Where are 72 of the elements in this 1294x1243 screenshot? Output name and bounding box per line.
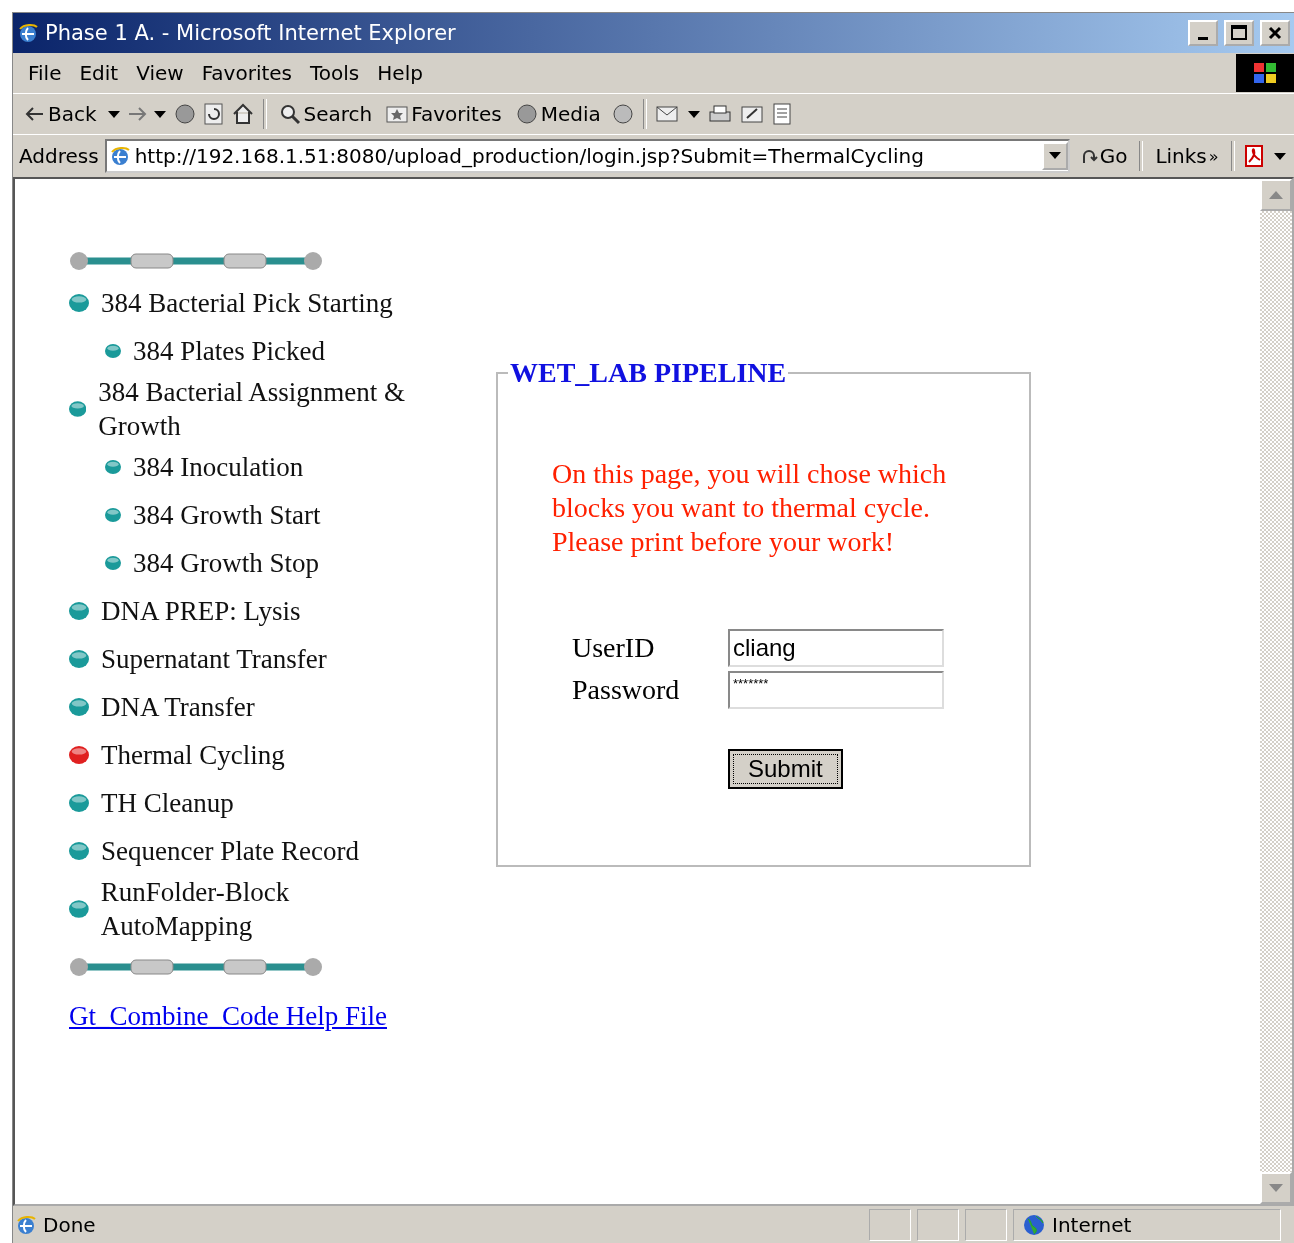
instruction-text: On this page, you will chose which blocks you want to thermal cycle. Please print before your work! (552, 457, 948, 559)
menu-item[interactable]: File (21, 59, 69, 87)
nav-link[interactable]: 384 Plates Picked (133, 334, 325, 368)
window-title: Phase 1 A. - Microsoft Internet Explorer (45, 21, 457, 45)
minimize-icon (1198, 36, 1208, 40)
address-label: Address (19, 144, 99, 168)
search-button[interactable]: Search (274, 100, 377, 128)
nav-link[interactable]: 384 Bacterial Pick Starting (101, 286, 393, 320)
dropdown-arrow-icon[interactable] (686, 109, 701, 119)
back-button[interactable]: Back (21, 100, 101, 128)
caret-icon (1048, 152, 1061, 160)
down-arrow-icon (1269, 1184, 1283, 1192)
favorites-button[interactable]: Favorites (382, 100, 506, 128)
menu-item[interactable]: Help (370, 59, 430, 87)
scroll-up-button[interactable] (1260, 179, 1292, 211)
zone-text: Internet (1052, 1213, 1132, 1237)
search-icon (278, 103, 301, 125)
nav-link[interactable]: DNA Transfer (101, 690, 255, 724)
field-label: Password (572, 674, 681, 706)
nav-link[interactable]: Sequencer Plate Record (101, 834, 359, 868)
star-folder-icon (386, 104, 409, 124)
nav-link[interactable]: Supernatant Transfer (101, 642, 327, 676)
dropdown-arrow-icon[interactable] (1272, 151, 1287, 161)
user-id-field[interactable]: cliang (728, 629, 944, 667)
page-icon (15, 1214, 37, 1236)
dropdown-button[interactable] (1041, 142, 1068, 170)
mail-icon[interactable] (654, 103, 681, 125)
nav-link[interactable]: 384 Inoculation (133, 450, 304, 484)
dropdown-arrow-icon[interactable] (152, 109, 167, 119)
nav-link[interactable]: TH Cleanup (101, 786, 234, 820)
windows-logo-icon (1236, 54, 1294, 92)
maximize-icon (1231, 25, 1247, 41)
minimize-button[interactable] (1188, 20, 1218, 46)
nav-link[interactable]: DNA PREP: Lysis (101, 594, 301, 628)
status-pane (917, 1209, 959, 1241)
close-button[interactable] (1260, 20, 1290, 46)
ie-logo-icon (17, 22, 39, 44)
globe-icon (1022, 1213, 1046, 1237)
document-icon[interactable] (770, 102, 793, 126)
maximize-button[interactable] (1224, 20, 1254, 46)
help-link[interactable]: Gt_Combine_Code Help File (69, 1001, 387, 1032)
status-text: Done (43, 1213, 97, 1237)
status-pane (965, 1209, 1007, 1241)
nav-link[interactable]: Thermal Cycling (101, 738, 285, 772)
edit-icon[interactable] (738, 103, 765, 125)
refresh-icon[interactable] (202, 102, 225, 126)
field-label: UserID (572, 632, 656, 664)
printer-icon[interactable] (706, 103, 733, 125)
scroll-down-button[interactable] (1260, 1172, 1292, 1204)
panel-legend: WET_LAB PIPELINE (508, 357, 789, 389)
media-button[interactable]: Media (511, 100, 605, 128)
password-field[interactable]: ******* (728, 671, 944, 709)
page-icon (108, 145, 131, 167)
nav-link[interactable]: RunFolder-Block AutoMapping (100, 875, 441, 943)
dropdown-arrow-icon[interactable] (106, 109, 121, 119)
menu-item[interactable]: Tools (303, 59, 367, 87)
address-field[interactable]: http://192.168.1.51:8080/upload_production/login.jsp?Submit=ThermalCycling (104, 139, 1070, 173)
forward-arrow-icon[interactable] (126, 106, 147, 122)
back-arrow-icon (25, 106, 45, 122)
up-arrow-icon (1269, 191, 1283, 199)
nav-link[interactable]: 384 Growth Stop (133, 546, 319, 580)
nav-link[interactable]: 384 Growth Start (133, 498, 321, 532)
disc-icon (515, 103, 538, 125)
menu-item[interactable]: Favorites (194, 59, 299, 87)
menu-item[interactable]: Edit (72, 59, 126, 87)
scrollbar[interactable] (1260, 179, 1292, 1204)
submit-button[interactable]: Submit (728, 749, 843, 789)
status-pane (869, 1209, 911, 1241)
go-button[interactable]: Go (1075, 144, 1132, 168)
menu-item[interactable]: View (129, 59, 191, 87)
close-icon (1268, 26, 1282, 40)
nav-link[interactable]: 384 Bacterial Assignment & Growth (98, 375, 441, 443)
